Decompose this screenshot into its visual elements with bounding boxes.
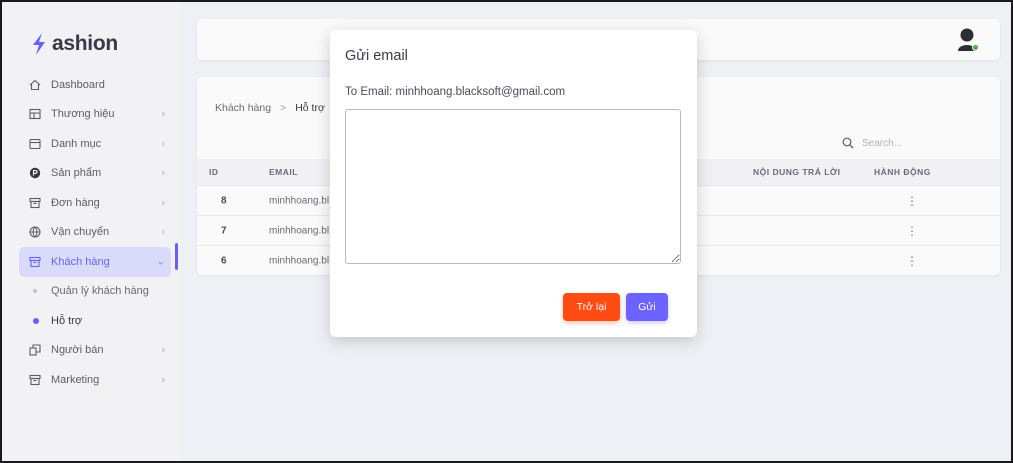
send-email-modal: Gửi email To Email: minhhoang.blacksoft@… [330, 30, 697, 337]
modal-title: Gửi email [345, 48, 408, 64]
back-button[interactable]: Trở lại [563, 293, 620, 321]
send-button[interactable]: Gửi [626, 293, 668, 321]
recipient-email-label: To Email: minhhoang.blacksoft@gmail.com [345, 86, 566, 98]
email-body-textarea[interactable] [345, 109, 681, 264]
